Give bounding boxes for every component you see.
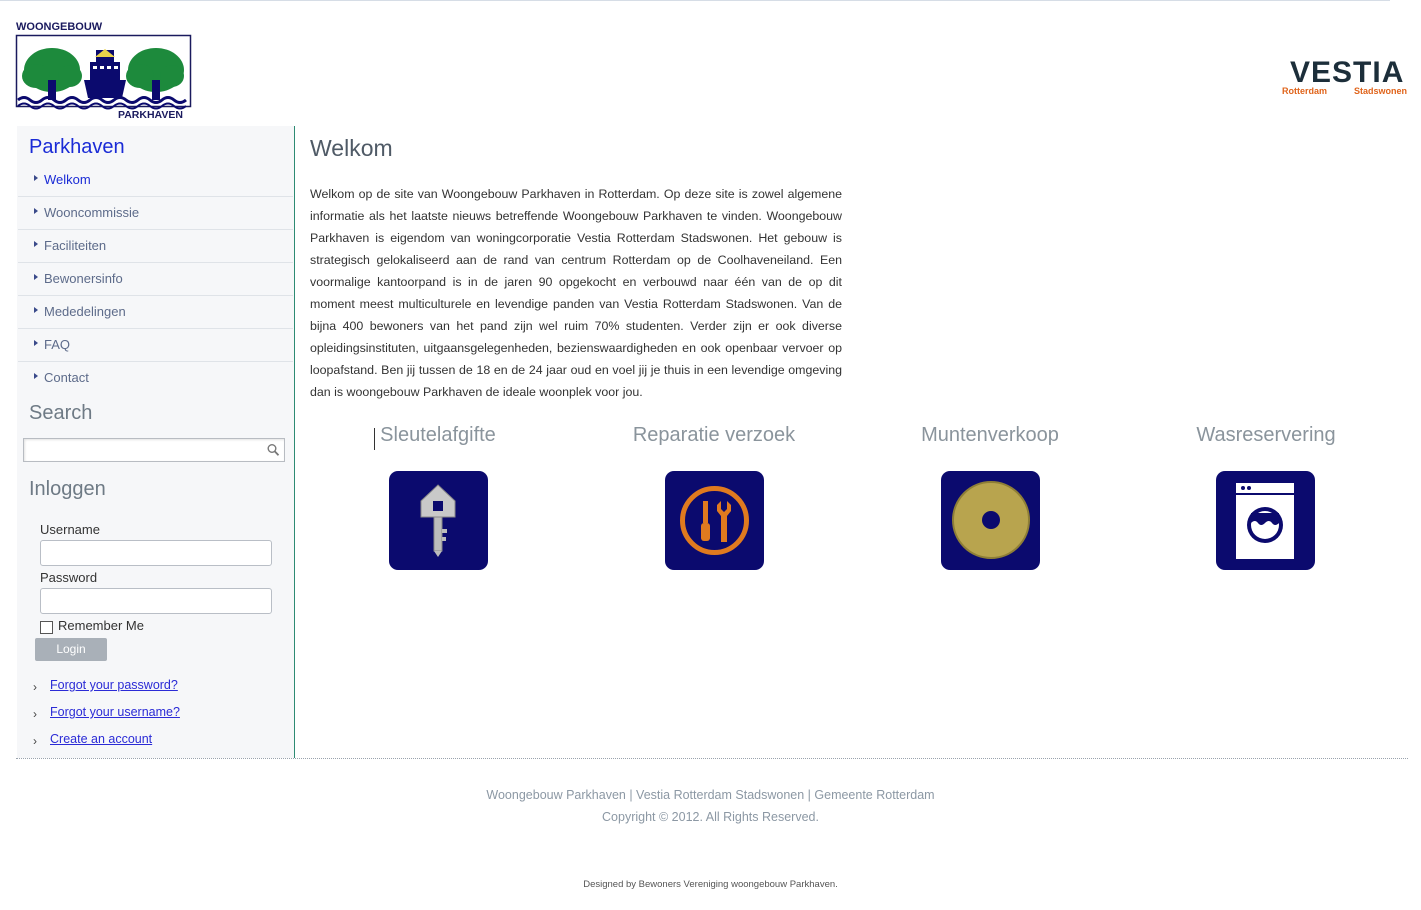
washing-machine-icon[interactable] bbox=[1216, 471, 1315, 570]
tile-title: Muntenverkoop bbox=[921, 424, 1059, 446]
login-button[interactable]: Login bbox=[35, 638, 107, 661]
caret-right-icon bbox=[34, 373, 38, 379]
tile-title: Reparatie verzoek bbox=[632, 424, 796, 446]
svg-text:Stadswonen: Stadswonen bbox=[1354, 86, 1407, 96]
tile-reparatie-verzoek[interactable]: Reparatie verzoek bbox=[576, 424, 852, 574]
login-heading: Inloggen bbox=[29, 478, 106, 500]
magnifier-icon[interactable] bbox=[266, 443, 280, 457]
page-title: Welkom bbox=[310, 135, 393, 161]
footer-links[interactable]: Woongebouw Parkhaven | Vestia Rotterdam … bbox=[0, 788, 1421, 802]
svg-text:VESTIA: VESTIA bbox=[1290, 56, 1404, 89]
username-field-box bbox=[40, 540, 272, 566]
tile-wasreservering[interactable]: Wasreservering bbox=[1128, 424, 1404, 574]
caret-right-icon bbox=[34, 274, 38, 280]
tile-title: Sleutelafgifte bbox=[380, 424, 496, 446]
forgot-username-link[interactable]: Forgot your username? bbox=[50, 705, 180, 719]
sidebar-item-mededelingen[interactable]: Mededelingen bbox=[18, 296, 293, 329]
sidebar-item-bewonersinfo[interactable]: Bewonersinfo bbox=[18, 263, 293, 296]
footer-copyright: Copyright © 2012. All Rights Reserved. bbox=[602, 810, 819, 824]
caret-right-icon bbox=[34, 340, 38, 346]
caret-right-icon bbox=[34, 241, 38, 247]
search-box bbox=[23, 438, 285, 462]
top-border bbox=[0, 0, 1390, 1]
tile-sleutelafgifte[interactable]: Sleutelafgifte bbox=[300, 424, 576, 574]
footer-designed-by: Designed by Bewoners Vereniging woongebo… bbox=[583, 879, 838, 890]
create-account-link[interactable]: Create an account bbox=[50, 732, 152, 746]
search-input[interactable] bbox=[24, 439, 262, 459]
sidebar-item-contact[interactable]: Contact bbox=[18, 362, 293, 394]
svg-text:Rotterdam: Rotterdam bbox=[1282, 86, 1327, 96]
woongebouw-parkhaven-logo[interactable]: WOONGEBOUW PARKHAVEN bbox=[14, 18, 194, 121]
tools-icon[interactable] bbox=[665, 471, 764, 570]
forgot-password-link[interactable]: Forgot your password? bbox=[50, 678, 178, 692]
password-label: Password bbox=[40, 570, 98, 585]
tile-muntenverkoop[interactable]: Muntenverkoop bbox=[852, 424, 1128, 574]
caret-right-icon bbox=[34, 175, 38, 181]
password-field[interactable] bbox=[41, 589, 271, 611]
caret-right-icon bbox=[34, 208, 38, 214]
svg-text:PARKHAVEN: PARKHAVEN bbox=[118, 109, 183, 120]
sidebar-item-faq[interactable]: FAQ bbox=[18, 329, 293, 362]
username-label: Username bbox=[40, 522, 100, 537]
footer-divider bbox=[16, 758, 1408, 759]
sidebar-item-wooncommissie[interactable]: Wooncommissie bbox=[18, 197, 293, 230]
sidebar-item-faciliteiten[interactable]: Faciliteiten bbox=[18, 230, 293, 263]
sidebar-item-welkom[interactable]: Welkom bbox=[18, 164, 293, 197]
password-field-box bbox=[40, 588, 272, 614]
intro-text: Welkom op de site van Woongebouw Parkhav… bbox=[310, 187, 842, 399]
chevron-right-icon: › bbox=[33, 680, 37, 694]
vestia-logo[interactable]: VESTIA Rotterdam Stadswonen bbox=[1280, 48, 1412, 100]
caret-right-icon bbox=[34, 307, 38, 313]
sidebar-title: Parkhaven bbox=[29, 136, 125, 158]
house-key-icon[interactable] bbox=[389, 471, 488, 570]
svg-text:WOONGEBOUW: WOONGEBOUW bbox=[16, 21, 103, 33]
tile-title: Wasreservering bbox=[1196, 424, 1336, 446]
remember-me-checkbox[interactable] bbox=[40, 621, 53, 634]
coin-icon[interactable] bbox=[941, 471, 1040, 570]
username-field[interactable] bbox=[41, 541, 271, 563]
chevron-right-icon: › bbox=[33, 734, 37, 748]
sidebar: Parkhaven Welkom Wooncommissie Facilitei… bbox=[17, 126, 295, 758]
remember-me-label: Remember Me bbox=[58, 618, 144, 633]
sidebar-menu: Welkom Wooncommissie Faciliteiten Bewone… bbox=[18, 164, 293, 394]
chevron-right-icon: › bbox=[33, 707, 37, 721]
search-heading: Search bbox=[29, 402, 93, 424]
